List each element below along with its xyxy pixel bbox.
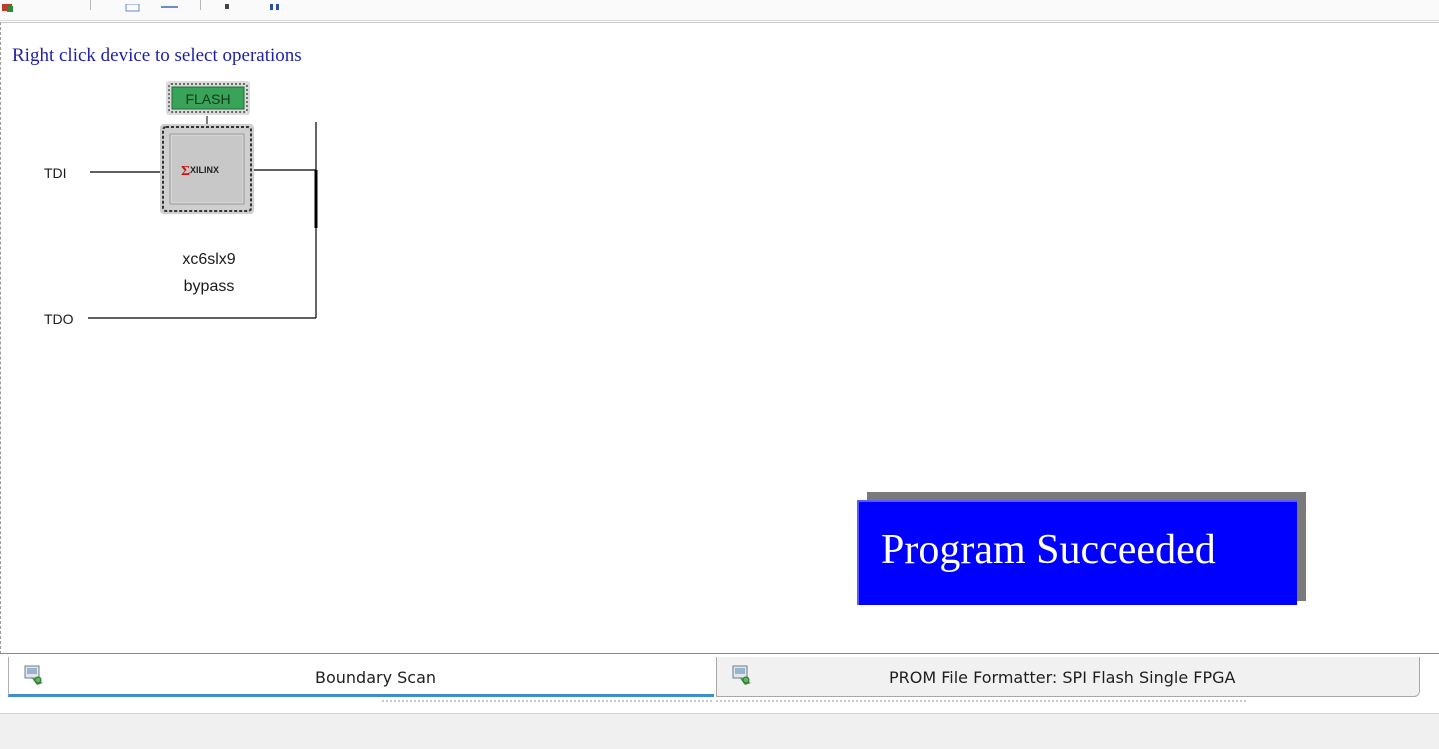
- flash-device[interactable]: FLASH: [166, 81, 250, 115]
- tab-boundary-scan-label: Boundary Scan: [315, 668, 437, 687]
- tab-divider-dots: [382, 700, 712, 702]
- tab-boundary-scan[interactable]: Boundary Scan: [8, 657, 714, 697]
- xilinx-logo-icon: Σ: [181, 164, 190, 179]
- chip-programmer-icon: [732, 665, 751, 685]
- tab-bar: Boundary Scan PROM File Formatter: SPI F…: [0, 655, 1439, 703]
- tdi-label: TDI: [44, 165, 67, 181]
- tab-prom-file-formatter-label: PROM File Formatter: SPI Flash Single FP…: [889, 668, 1236, 687]
- tab-prom-file-formatter[interactable]: PROM File Formatter: SPI Flash Single FP…: [716, 657, 1420, 697]
- flash-label: FLASH: [185, 91, 230, 107]
- fpga-device[interactable]: Σ XILINX: [160, 124, 254, 214]
- status-bar: [0, 713, 1439, 749]
- program-status-banner: Program Succeeded: [857, 500, 1297, 605]
- jtag-chain-diagram: TDI TDO FLASH Σ XILINX xc6slx9 bypass: [44, 81, 318, 327]
- tab-divider-dots: [716, 700, 1246, 702]
- device-name: xc6slx9: [182, 251, 235, 268]
- tdo-label: TDO: [44, 311, 74, 327]
- chip-programmer-icon: [24, 665, 43, 685]
- device-mode: bypass: [184, 278, 235, 295]
- chip-logo-text: XILINX: [190, 165, 219, 175]
- program-status-text: Program Succeeded: [881, 527, 1216, 573]
